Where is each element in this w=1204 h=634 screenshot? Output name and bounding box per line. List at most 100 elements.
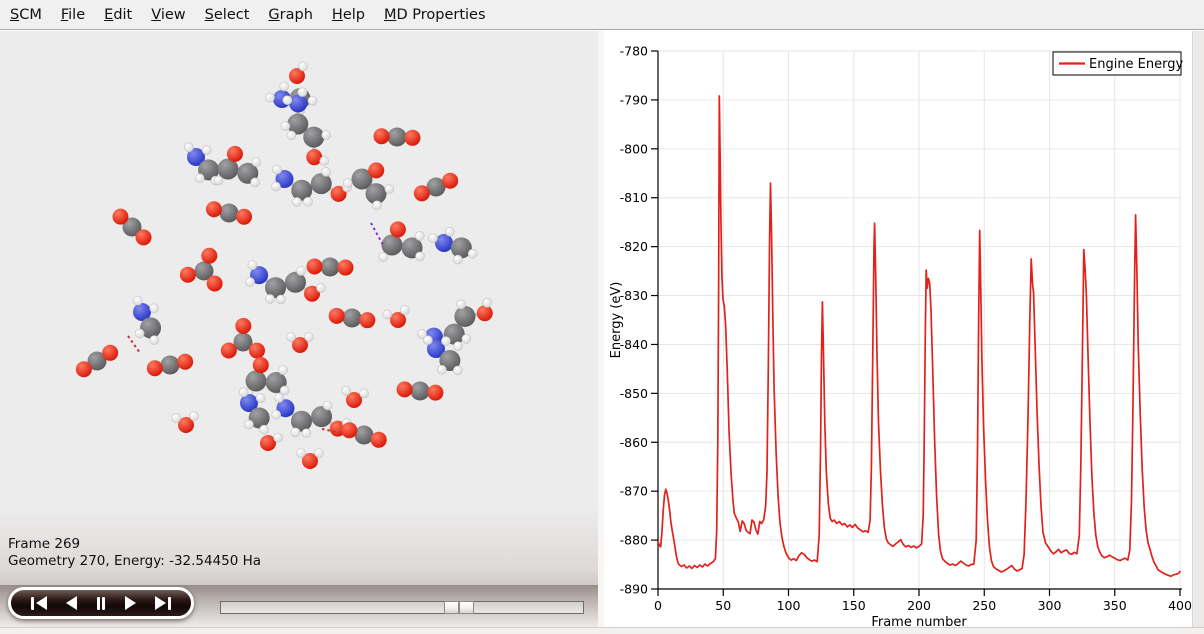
molecule-am (133, 296, 161, 344)
molecule-co2 (307, 258, 354, 277)
atom-H (283, 96, 292, 105)
atom-H (265, 294, 274, 303)
atom-H (298, 88, 307, 97)
atom-H (256, 394, 265, 403)
atom-H (275, 393, 284, 402)
atom-H (273, 165, 282, 174)
hydrogen-bond (128, 336, 140, 353)
skip-to-start-icon (31, 597, 34, 610)
molecule-viewer[interactable]: Frame 269 Geometry 270, Energy: -32.5445… (0, 31, 600, 585)
molecule-cluster (379, 221, 425, 261)
frame-status: Frame 269 Geometry 270, Energy: -32.5445… (8, 536, 261, 570)
molecule-co2 (206, 201, 252, 224)
atom-H (441, 336, 450, 345)
atom-H (320, 156, 329, 165)
atom-H (274, 433, 283, 442)
y-tick-label: -790 (620, 92, 648, 107)
y-tick-label: -780 (620, 44, 648, 59)
y-tick-label: -810 (620, 190, 648, 205)
atom-N (435, 234, 453, 252)
play-button[interactable] (125, 594, 136, 612)
atom-H (271, 182, 280, 191)
menu-md-properties[interactable]: MD Properties (384, 7, 486, 23)
atom-H (272, 410, 281, 419)
menu-edit[interactable]: Edit (104, 7, 132, 23)
atom-H (150, 304, 159, 313)
atom-H (323, 401, 332, 410)
x-tick-label: 0 (654, 598, 662, 613)
x-tick-label: 350 (1103, 598, 1127, 613)
atom-H (373, 201, 382, 210)
molecule-oh (289, 62, 308, 84)
menu-scm[interactable]: SCM (10, 7, 42, 23)
step-backward-button[interactable] (66, 594, 77, 612)
atom-O (427, 385, 443, 401)
atom-H (322, 130, 331, 139)
x-tick-label: 250 (972, 598, 996, 613)
atom-H (297, 449, 306, 458)
y-tick-label: -890 (620, 582, 648, 597)
atom-H (453, 366, 462, 375)
menu-help[interactable]: Help (332, 7, 365, 23)
molecule-cluster (343, 162, 394, 209)
atom-C (343, 309, 362, 328)
menu-graph[interactable]: Graph (268, 7, 313, 23)
atom-H (287, 333, 296, 342)
atom-O (397, 381, 413, 397)
atom-O (249, 343, 265, 359)
atom-H (202, 146, 211, 155)
molecule-h2o (342, 386, 369, 408)
molecule-mea (271, 165, 351, 206)
atom-O (201, 248, 217, 264)
pause-button[interactable] (97, 594, 105, 612)
atom-H (385, 185, 394, 194)
atom-H (299, 62, 308, 71)
skip-to-end-button[interactable] (155, 594, 171, 612)
atom-H (415, 252, 424, 261)
molecule-h2o (383, 306, 409, 328)
atom-H (454, 342, 463, 351)
atom-H (316, 283, 325, 292)
menu-select[interactable]: Select (205, 7, 250, 23)
atom-O (337, 260, 353, 276)
atom-C (246, 371, 267, 392)
skip-to-end-icon (155, 596, 166, 610)
atom-H (468, 249, 477, 258)
molecule-co2 (112, 209, 151, 246)
molecule-co2 (76, 345, 118, 377)
y-tick-label: -820 (620, 239, 648, 254)
menu-file[interactable]: File (61, 7, 85, 23)
atom-H (462, 334, 471, 343)
skip-to-start-button[interactable] (31, 594, 47, 612)
molecule-co2 (397, 381, 444, 400)
molecule-mea (281, 88, 331, 166)
step-backward-icon (66, 596, 77, 610)
atom-H (445, 227, 454, 236)
atom-O (253, 357, 269, 373)
atom-H (133, 296, 142, 305)
molecule-canvas[interactable] (0, 31, 600, 585)
menu-view[interactable]: View (151, 7, 185, 23)
frame-slider-thumb[interactable] (444, 601, 474, 614)
atom-O (368, 162, 384, 178)
atom-H (184, 143, 193, 152)
atom-H (172, 413, 181, 422)
atom-O (359, 312, 375, 328)
atom-H (251, 178, 260, 187)
atom-H (190, 412, 199, 421)
atom-O (371, 432, 387, 448)
atom-H (287, 131, 296, 140)
atom-O (390, 221, 406, 237)
frame-slider[interactable] (220, 601, 584, 614)
atom-H (150, 336, 159, 345)
atom-H (400, 306, 409, 315)
atom-O (177, 354, 193, 370)
window-bottom-margin (0, 627, 1204, 634)
atom-H (252, 157, 261, 166)
y-tick-label: -860 (620, 435, 648, 450)
window-right-margin (1192, 31, 1204, 627)
atom-O (235, 318, 251, 334)
atom-O (307, 258, 323, 274)
atom-H (453, 255, 462, 264)
hydrogen-bond (371, 223, 383, 245)
